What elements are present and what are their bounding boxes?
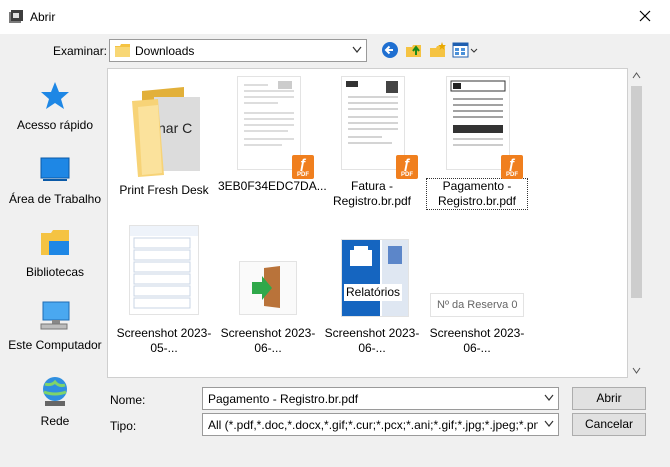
place-quick-access[interactable]: Acesso rápido: [8, 78, 102, 133]
overlay-text: Relatórios: [344, 284, 403, 301]
look-in-value: Downloads: [135, 44, 195, 58]
up-folder-button[interactable]: [404, 40, 424, 60]
view-menu-button[interactable]: [452, 40, 478, 60]
chevron-down-icon[interactable]: [544, 420, 554, 428]
svg-text:nar C: nar C: [158, 120, 192, 136]
file-label: Screenshot 2023-05-...: [116, 326, 212, 355]
vertical-scrollbar[interactable]: [628, 68, 645, 378]
network-icon: [43, 377, 67, 406]
file-label: 3EB0F34EDC7DA...: [218, 179, 327, 193]
pdf-badge-icon: ƒ PDF: [292, 155, 314, 179]
image-thumbnail: [240, 262, 296, 314]
file-item-pdf[interactable]: ƒ PDF 3EB0F34EDC7DA...: [218, 77, 327, 194]
image-thumbnail: Relatórios: [342, 240, 408, 316]
file-type-value: All (*.pdf,*.doc,*.docx,*.gif;*.cur;*.pc…: [208, 418, 538, 432]
place-label: Área de Trabalho: [8, 192, 102, 206]
image-thumbnail: Nº da Reserva 0: [431, 294, 523, 316]
file-label: Screenshot 2023-06-...: [429, 326, 525, 355]
back-button[interactable]: [380, 40, 400, 60]
place-desktop[interactable]: Área de Trabalho: [8, 152, 102, 207]
file-item-image[interactable]: Screenshot 2023-06-...: [218, 224, 318, 356]
file-label: Fatura - Registro.br.pdf: [332, 179, 412, 208]
file-item-image[interactable]: Nº da Reserva 0 Screenshot 2023-06-...: [427, 224, 527, 356]
scroll-up-icon[interactable]: [632, 72, 641, 79]
file-item-pdf-selected[interactable]: ƒ PDF Pagamento - Registro.br.pdf: [426, 77, 528, 210]
file-label: Screenshot 2023-06-...: [220, 326, 316, 355]
close-icon: [639, 10, 651, 22]
scroll-down-icon[interactable]: [632, 367, 641, 374]
file-label: Print Fresh Desk: [119, 183, 209, 197]
file-type-label: Tipo:: [110, 419, 137, 433]
file-item-image[interactable]: Screenshot 2023-05-...: [114, 224, 214, 356]
look-in-label: Examinar:: [53, 44, 108, 58]
place-network[interactable]: Rede: [8, 374, 102, 429]
app-icon: [9, 10, 23, 23]
place-label: Rede: [40, 414, 70, 428]
pdf-thumbnail: [342, 77, 404, 169]
computer-icon: [40, 301, 70, 330]
image-thumbnail: [130, 226, 198, 314]
file-label: Screenshot 2023-06-...: [324, 326, 420, 355]
folder-icon: nar C: [132, 87, 200, 177]
look-in-combo[interactable]: Downloads: [109, 39, 367, 62]
place-label: Este Computador: [8, 338, 102, 352]
libraries-icon: [41, 230, 69, 255]
place-label: Bibliotecas: [25, 265, 85, 279]
pdf-badge-icon: ƒ PDF: [396, 155, 418, 179]
new-folder-button[interactable]: [428, 40, 448, 60]
file-item-image[interactable]: Relatórios Screenshot 2023-06-...: [322, 224, 422, 356]
file-item-pdf[interactable]: ƒ PDF Fatura - Registro.br.pdf: [322, 77, 422, 209]
file-type-select[interactable]: All (*.pdf,*.doc,*.docx,*.gif;*.cur;*.pc…: [202, 413, 559, 436]
desktop-icon: [40, 157, 70, 181]
chevron-down-icon[interactable]: [544, 394, 554, 402]
file-item-folder[interactable]: nar C Print Fresh Desk: [114, 81, 214, 198]
file-label: Pagamento - Registro.br.pdf: [426, 178, 528, 210]
place-libraries[interactable]: Bibliotecas: [8, 225, 102, 280]
new-folder-icon: [430, 42, 446, 57]
scroll-thumb[interactable]: [631, 86, 642, 298]
view-grid-icon: [452, 42, 478, 58]
close-button[interactable]: [628, 2, 662, 30]
back-arrow-icon: [382, 42, 398, 58]
pdf-thumbnail: [447, 77, 509, 169]
places-bar: Acesso rápido Área de Trabalho Bibliotec…: [8, 70, 102, 440]
pdf-thumbnail: [238, 77, 300, 169]
title-bar: [0, 0, 670, 34]
pdf-badge-icon: ƒ PDF: [501, 155, 523, 179]
chevron-down-icon: [352, 46, 362, 53]
open-button[interactable]: Abrir: [572, 387, 646, 410]
file-name-input[interactable]: Pagamento - Registro.br.pdf: [202, 387, 559, 410]
folder-icon: [115, 44, 130, 57]
file-list: nar C Print Fresh Desk ƒ PDF 3EB0F34EDC7D…: [107, 68, 628, 378]
cancel-button[interactable]: Cancelar: [572, 413, 646, 436]
star-icon: [41, 82, 69, 109]
folder-up-icon: [406, 45, 421, 57]
file-name-value: Pagamento - Registro.br.pdf: [208, 392, 359, 406]
place-label: Acesso rápido: [16, 118, 94, 132]
window-title: Abrir: [30, 10, 56, 24]
overlay-text: Nº da Reserva 0: [437, 299, 518, 311]
file-name-label: Nome:: [110, 393, 146, 407]
place-this-pc[interactable]: Este Computador: [8, 298, 102, 353]
